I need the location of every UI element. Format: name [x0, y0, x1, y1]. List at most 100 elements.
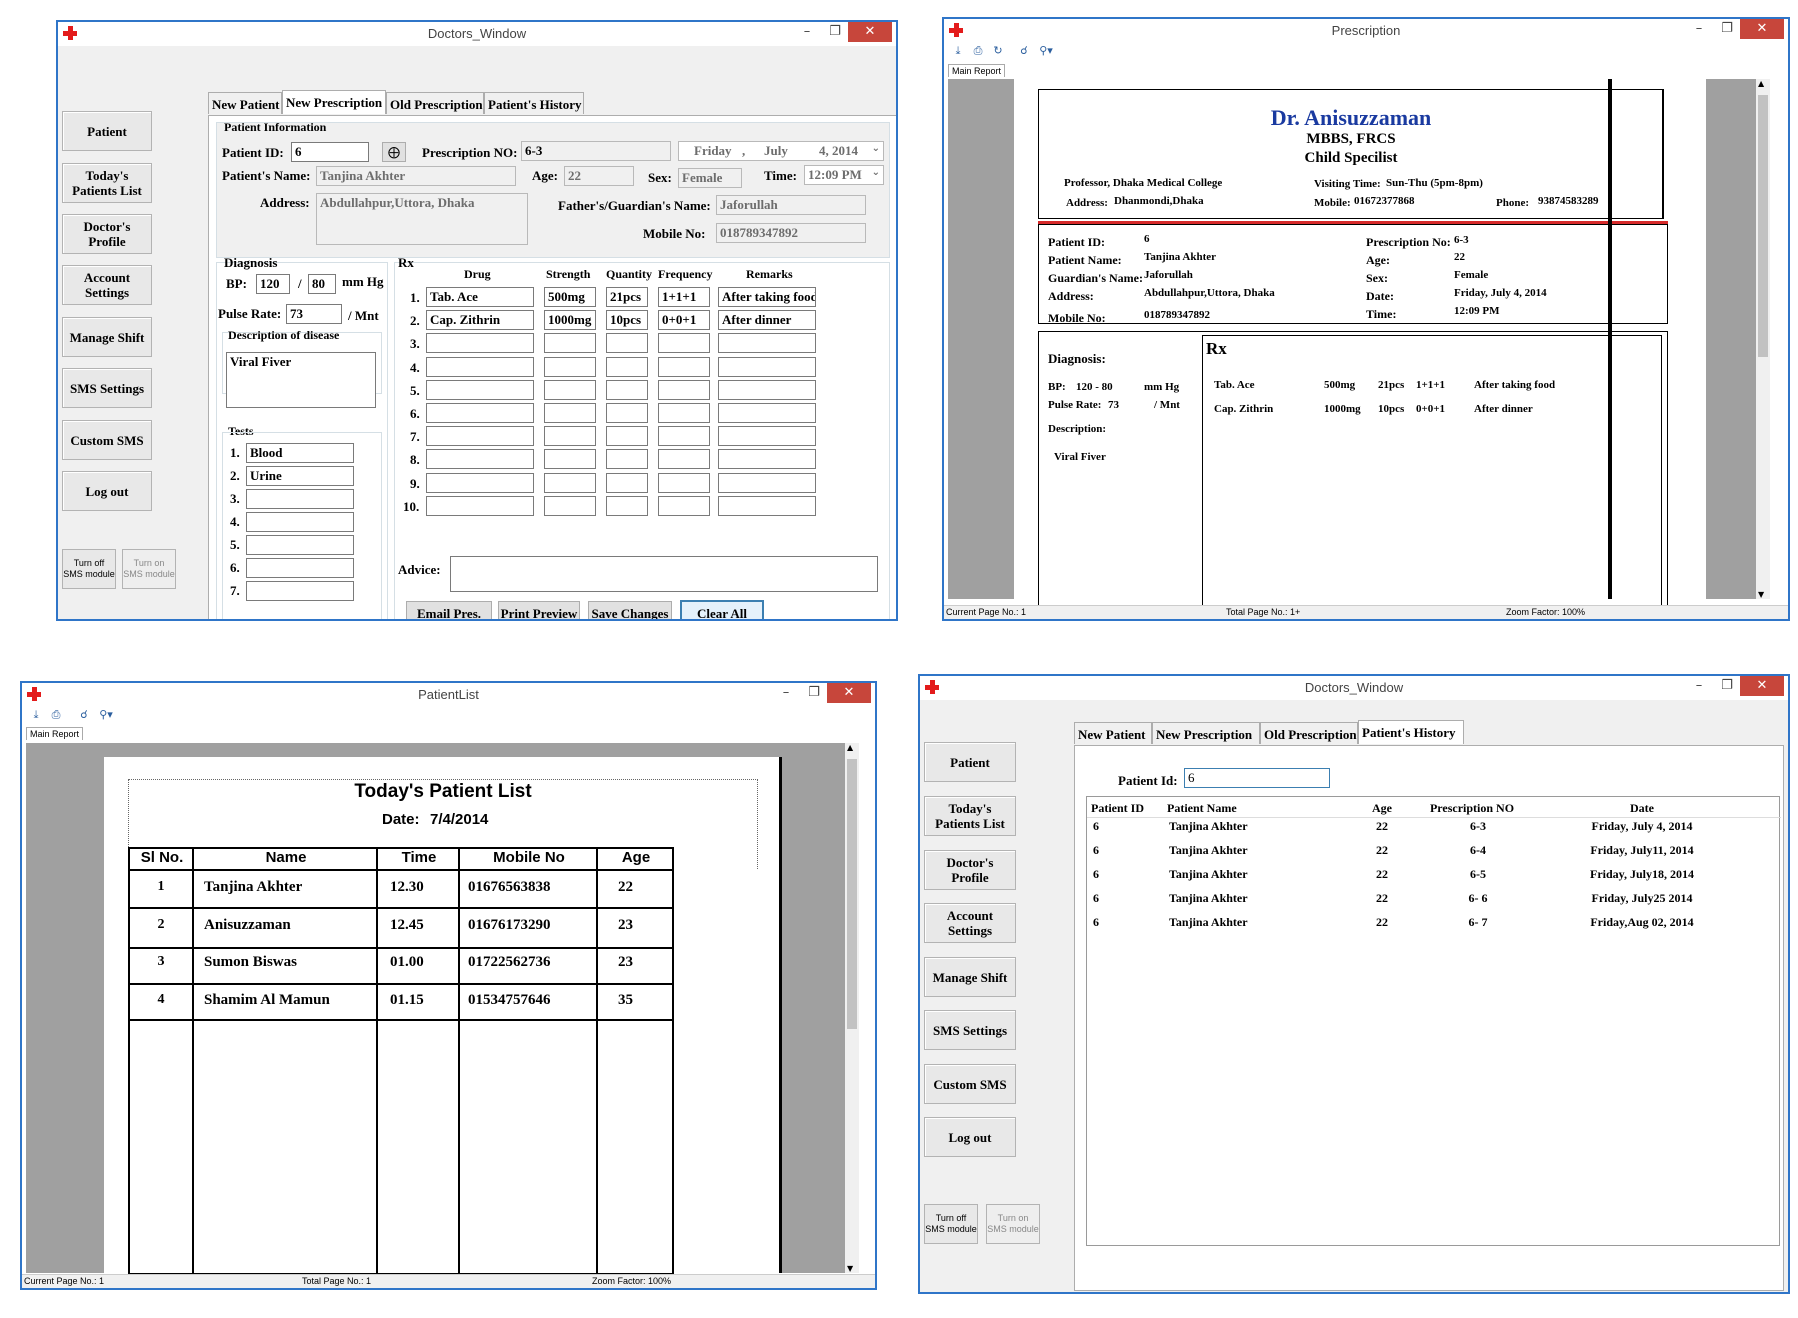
rx-cell[interactable]: [718, 333, 816, 354]
rx-cell[interactable]: [544, 495, 596, 516]
vertical-scrollbar[interactable]: ▲ ▼: [845, 743, 859, 1273]
history-row-cell[interactable]: 22: [1357, 867, 1407, 882]
main-report-tab[interactable]: Main Report: [948, 64, 1006, 77]
sidebar-logout-button[interactable]: Log out: [924, 1117, 1016, 1157]
sidebar-account-settings-button[interactable]: Account Settings: [62, 265, 152, 305]
tab-new-prescription[interactable]: New Prescription: [282, 90, 386, 114]
sidebar-manage-shift-button[interactable]: Manage Shift: [924, 957, 1016, 997]
rx-cell[interactable]: After dinner: [718, 310, 816, 331]
title-bar[interactable]: Doctors_Window – ❐ ✕: [58, 22, 896, 46]
tab-new-patient[interactable]: New Patient: [208, 92, 282, 114]
turn-on-sms-button[interactable]: Turn on SMS module: [986, 1204, 1040, 1244]
rx-cell[interactable]: [426, 333, 534, 354]
rx-cell[interactable]: Cap. Zithrin: [426, 310, 534, 331]
history-row-cell[interactable]: Tanjina Akhter: [1169, 843, 1349, 858]
rx-cell[interactable]: [606, 379, 648, 400]
time-dropdown-icon[interactable]: ⌄: [872, 167, 880, 178]
patient-id-input[interactable]: 6: [291, 142, 369, 162]
patient-id-input[interactable]: 6: [1184, 768, 1330, 788]
minimize-icon[interactable]: –: [1686, 676, 1712, 696]
title-bar[interactable]: Prescription – ❐ ✕: [944, 19, 1788, 43]
save-changes-button[interactable]: Save Changes: [588, 601, 672, 619]
zoom-icon[interactable]: ⚲▾: [94, 708, 118, 722]
export-icon[interactable]: ⤓: [28, 708, 44, 722]
patient-name-input[interactable]: Tanjina Akhter: [316, 166, 516, 186]
test-input[interactable]: [246, 489, 354, 509]
minimize-icon[interactable]: –: [1686, 19, 1712, 39]
rx-cell[interactable]: [718, 403, 816, 423]
age-input[interactable]: 22: [564, 166, 634, 186]
address-input[interactable]: Abdullahpur,Uttora, Dhaka: [316, 193, 528, 245]
minimize-icon[interactable]: –: [773, 683, 799, 703]
rx-cell[interactable]: 500mg: [544, 287, 596, 307]
rx-cell[interactable]: [606, 403, 648, 423]
history-row-cell[interactable]: 22: [1357, 819, 1407, 834]
export-icon[interactable]: ⤓: [950, 44, 966, 58]
tab-new-patient[interactable]: New Patient: [1074, 722, 1152, 744]
scroll-up-icon[interactable]: ▲: [1758, 79, 1764, 88]
close-icon[interactable]: ✕: [1740, 676, 1784, 696]
history-row-cell[interactable]: Tanjina Akhter: [1169, 891, 1349, 906]
sidebar-doctor-profile-button[interactable]: Doctor's Profile: [62, 214, 152, 254]
tab-patient-history[interactable]: Patient's History: [484, 92, 584, 114]
rx-cell[interactable]: [658, 426, 710, 447]
tab-old-prescription[interactable]: Old Prescription: [1260, 722, 1358, 744]
history-row-cell[interactable]: Friday,Aug 02, 2014: [1507, 915, 1777, 930]
history-row-cell[interactable]: Tanjina Akhter: [1169, 867, 1349, 882]
rx-cell[interactable]: [658, 356, 710, 377]
rx-cell[interactable]: 0+0+1: [658, 310, 710, 331]
turn-on-sms-button[interactable]: Turn on SMS module: [122, 549, 176, 589]
title-bar[interactable]: PatientList – ❐ ✕: [22, 683, 875, 707]
history-row-cell[interactable]: 22: [1357, 915, 1407, 930]
minimize-icon[interactable]: –: [794, 22, 820, 42]
rx-cell[interactable]: [426, 426, 534, 447]
history-row-cell[interactable]: 6: [1093, 867, 1163, 882]
rx-cell[interactable]: [606, 426, 648, 447]
rx-cell[interactable]: [544, 403, 596, 423]
description-input[interactable]: Viral Fiver: [226, 352, 376, 408]
rx-cell[interactable]: [426, 403, 534, 423]
restore-icon[interactable]: ❐: [1714, 19, 1740, 39]
rx-cell[interactable]: 21pcs: [606, 287, 648, 307]
restore-icon[interactable]: ❐: [822, 22, 848, 42]
rx-cell[interactable]: [544, 472, 596, 493]
advice-input[interactable]: [450, 556, 878, 592]
history-row-cell[interactable]: Friday, July25 2014: [1507, 891, 1777, 906]
time-picker[interactable]: 12:09 PM ⌄: [804, 165, 884, 185]
rx-cell[interactable]: 1000mg: [544, 310, 596, 331]
close-icon[interactable]: ✕: [848, 22, 892, 42]
tab-patient-history[interactable]: Patient's History: [1358, 720, 1464, 744]
rx-cell[interactable]: [426, 449, 534, 470]
bp-systolic-input[interactable]: 120: [256, 274, 290, 294]
main-report-tab[interactable]: Main Report: [26, 727, 84, 740]
rx-cell[interactable]: [606, 356, 648, 377]
search-patient-icon[interactable]: ⨁: [382, 142, 406, 162]
history-row-cell[interactable]: Tanjina Akhter: [1169, 915, 1349, 930]
vertical-scrollbar[interactable]: ▲ ▼: [1756, 79, 1770, 599]
sex-input[interactable]: Female: [678, 168, 742, 188]
rx-cell[interactable]: [658, 449, 710, 470]
rx-cell[interactable]: [544, 379, 596, 400]
rx-cell[interactable]: [426, 379, 534, 400]
test-input[interactable]: Blood: [246, 443, 354, 463]
rx-cell[interactable]: [658, 403, 710, 423]
test-input[interactable]: Urine: [246, 466, 354, 486]
scroll-thumb[interactable]: [1758, 95, 1768, 357]
print-icon[interactable]: ⎙: [48, 708, 64, 722]
rx-cell[interactable]: 10pcs: [606, 310, 648, 331]
rx-cell[interactable]: [658, 379, 710, 400]
sidebar-todays-patients-button[interactable]: Today's Patients List: [924, 796, 1016, 836]
bp-diastolic-input[interactable]: 80: [308, 274, 336, 294]
history-row-cell[interactable]: 6: [1093, 819, 1163, 834]
date-dropdown-icon[interactable]: ⌄: [872, 143, 880, 154]
sidebar-manage-shift-button[interactable]: Manage Shift: [62, 317, 152, 357]
sidebar-patient-button[interactable]: Patient: [62, 111, 152, 151]
history-row-cell[interactable]: 6: [1093, 891, 1163, 906]
rx-cell[interactable]: [718, 379, 816, 400]
rx-cell[interactable]: [658, 472, 710, 493]
rx-cell[interactable]: [544, 449, 596, 470]
rx-cell[interactable]: [606, 449, 648, 470]
title-bar[interactable]: Doctors_Window – ❐ ✕: [920, 676, 1788, 700]
test-input[interactable]: [246, 512, 354, 532]
sidebar-todays-patients-button[interactable]: Today's Patients List: [62, 163, 152, 203]
